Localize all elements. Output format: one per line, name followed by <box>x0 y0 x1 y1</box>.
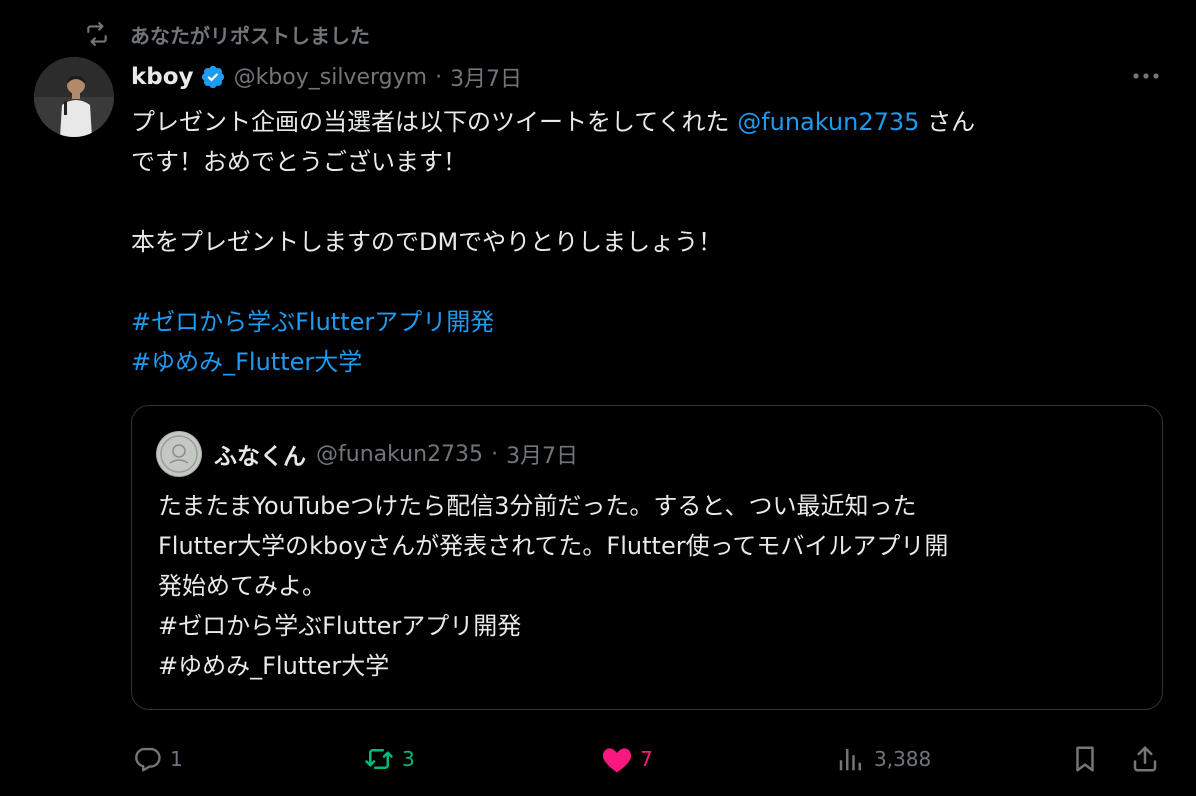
author-avatar[interactable] <box>34 57 114 137</box>
tweet-card[interactable]: あなたがリポストしました kboy @kboy_silvergym · 3月7日 <box>0 0 1196 796</box>
author-display-name[interactable]: kboy <box>131 64 194 90</box>
repost-icon <box>82 19 112 49</box>
more-options-icon[interactable] <box>1126 62 1166 90</box>
verified-badge-icon[interactable] <box>200 64 226 90</box>
header-separator: · <box>435 64 443 90</box>
tweet-date[interactable]: 3月7日 <box>450 61 522 93</box>
views-count: 3,388 <box>874 747 932 771</box>
tweet-line-1: プレゼント企画の当選者は以下のツイートをしてくれた @funakun2735 さ… <box>131 102 1171 142</box>
reply-count: 1 <box>170 747 183 771</box>
retweet-icon <box>362 742 396 776</box>
quoted-tweet-header: ふなくん @funakun2735 · 3月7日 <box>156 431 579 477</box>
quoted-tweet-date: 3月7日 <box>506 444 579 469</box>
share-icon <box>1128 742 1162 776</box>
views-button[interactable]: 3,388 <box>834 736 931 782</box>
quoted-line: Flutter大学のkboyさんが発表されてた。Flutter使ってモバイルアプ… <box>158 532 949 560</box>
repost-context-text: あなたがリポストしました <box>130 23 370 48</box>
share-button[interactable] <box>1128 736 1162 782</box>
author-handle[interactable]: @kboy_silvergym <box>234 65 428 90</box>
quoted-author-avatar[interactable] <box>156 431 202 477</box>
reply-button[interactable]: 1 <box>130 736 183 782</box>
retweet-count: 3 <box>402 747 415 771</box>
tweet-line-2: です！おめでとうございます！ <box>131 148 467 176</box>
tweet-hashtag-line-1: #ゼロから学ぶFlutterアプリ開発 <box>131 302 1171 342</box>
tweet-body: プレゼント企画の当選者は以下のツイートをしてくれた @funakun2735 さ… <box>131 102 1171 382</box>
like-count: 7 <box>640 747 653 771</box>
quoted-hashtag-line: #ゼロから学ぶFlutterアプリ開発 <box>158 612 522 640</box>
tweet-line-3: 本をプレゼントしますのでDMでやりとりしましょう！ <box>131 228 723 256</box>
bookmark-icon <box>1068 742 1102 776</box>
quoted-tweet[interactable]: ふなくん @funakun2735 · 3月7日 たまたまYouTubeつけたら… <box>131 405 1163 710</box>
heart-icon <box>600 742 634 776</box>
bookmark-button[interactable] <box>1068 736 1102 782</box>
quoted-author-display-name: ふなくん <box>214 444 306 470</box>
tweet-hashtag-line-2: #ゆめみ_Flutter大学 <box>131 342 1171 382</box>
quoted-author-handle: @funakun2735 <box>316 441 484 467</box>
tweet-text-1: プレゼント企画の当選者は以下のツイートをしてくれた <box>131 108 738 136</box>
mention-link[interactable]: @funakun2735 <box>737 108 919 136</box>
reply-icon <box>130 742 164 776</box>
hashtag-link[interactable]: #ゆめみ_Flutter大学 <box>131 348 362 376</box>
hashtag-link[interactable]: #ゼロから学ぶFlutterアプリ開発 <box>131 308 494 336</box>
quoted-line: 発始めてみよ。 <box>158 572 326 600</box>
repost-context: あなたがリポストしました <box>82 18 370 50</box>
quoted-tweet-body: たまたまYouTubeつけたら配信3分前だった。すると、つい最近知った Flut… <box>158 486 1138 686</box>
quoted-line: たまたまYouTubeつけたら配信3分前だった。すると、つい最近知った <box>158 492 917 520</box>
quoted-header-separator: · <box>491 441 499 467</box>
retweet-button[interactable]: 3 <box>362 736 415 782</box>
action-bar: 1 3 7 3,388 <box>0 736 1196 782</box>
analytics-icon <box>834 742 868 776</box>
like-button[interactable]: 7 <box>600 736 653 782</box>
quoted-hashtag-line: #ゆめみ_Flutter大学 <box>158 652 390 680</box>
tweet-header: kboy @kboy_silvergym · 3月7日 <box>131 58 522 96</box>
tweet-text-1-suffix: さん <box>919 108 976 136</box>
